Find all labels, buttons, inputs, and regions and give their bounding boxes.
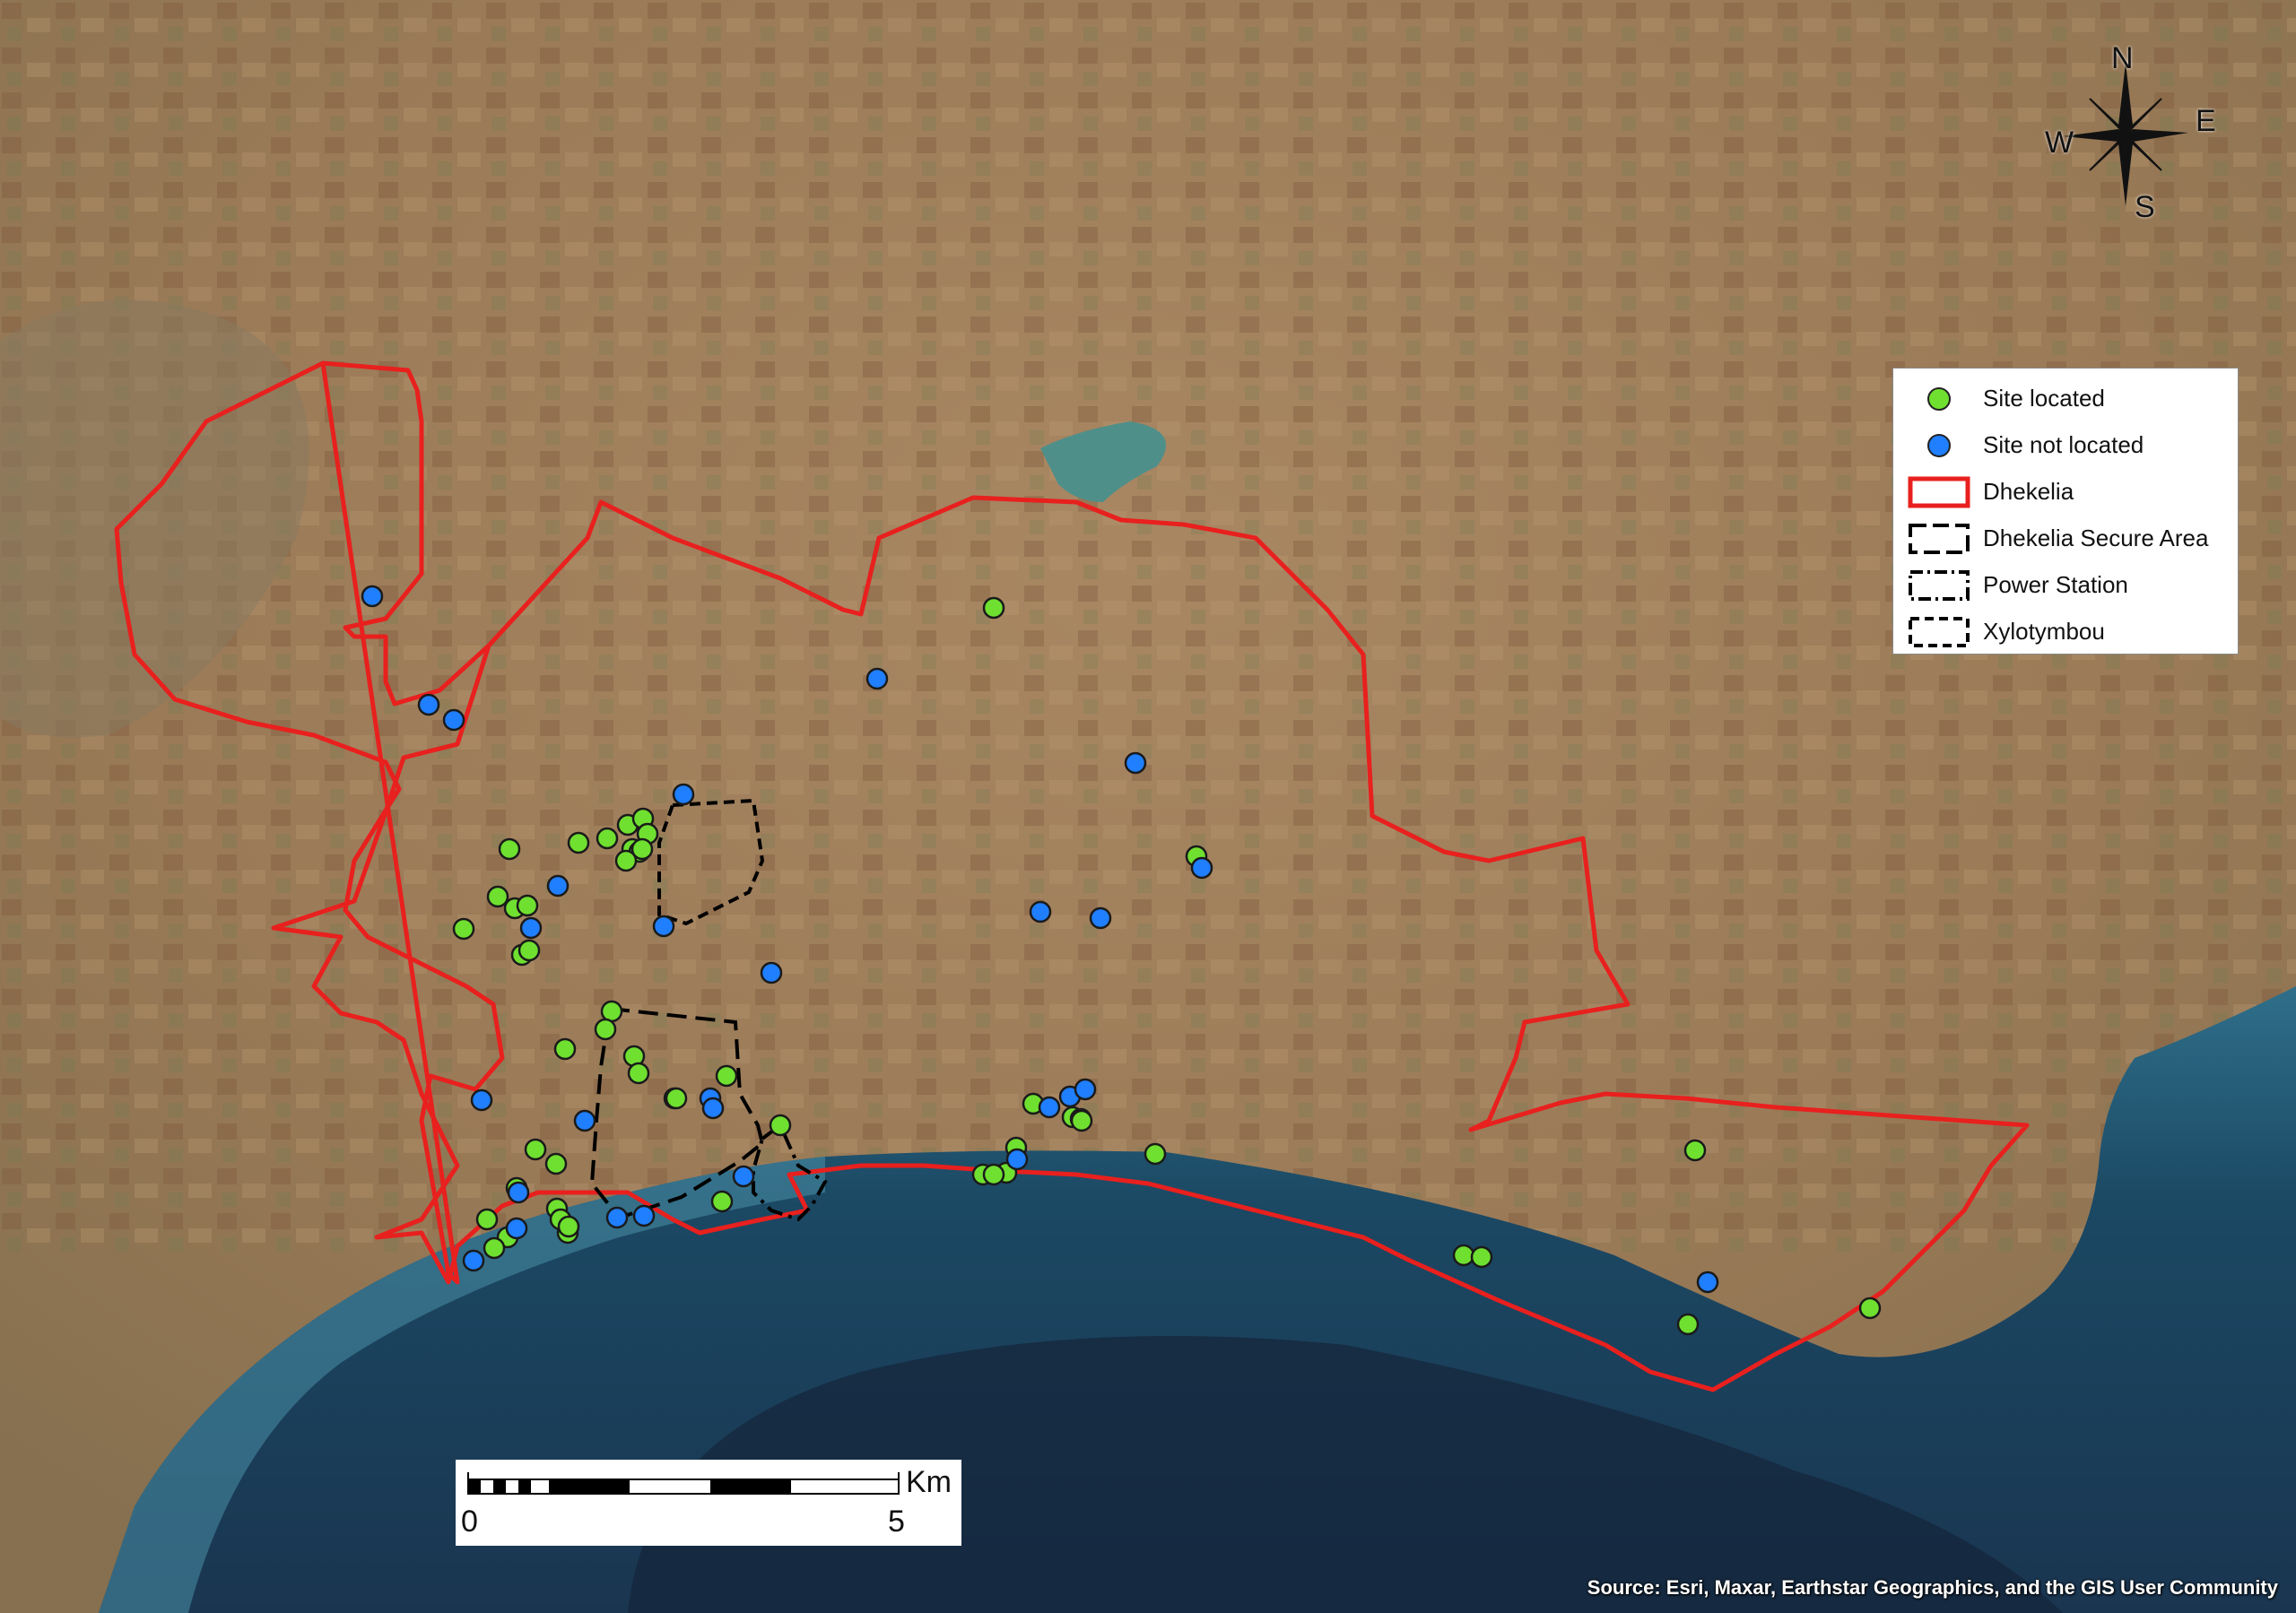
source-attribution: Source: Esri, Maxar, Earthstar Geographi… [1587, 1576, 2278, 1599]
compass-w: W [2045, 126, 2074, 160]
shortdash-box-icon [1909, 617, 1970, 647]
site-located-marker [982, 1163, 1005, 1186]
legend-item-secure-area: Dhekelia Secure Area [1893, 516, 2238, 562]
site-located-marker [516, 894, 539, 917]
legend-label: Power Station [1983, 571, 2128, 598]
site-not-located-marker [865, 667, 889, 690]
site-located-marker [769, 1114, 792, 1137]
dashed-box-icon [1909, 524, 1970, 554]
legend-item-site-located: Site located [1893, 376, 2238, 422]
site-located-marker [517, 939, 541, 962]
site-not-located-marker [573, 1109, 596, 1132]
site-located-marker [1683, 1139, 1707, 1162]
map-legend: Site located Site not located Dhekelia D… [1892, 368, 2239, 655]
site-located-marker [567, 831, 590, 854]
legend-label: Dhekelia Secure Area [1983, 525, 2209, 551]
compass-rose: N E S W [2036, 36, 2216, 233]
site-not-located-marker [546, 874, 570, 898]
site-not-located-marker [505, 1217, 528, 1240]
compass-e: E [2196, 104, 2216, 138]
legend-item-xylotymbou: Xylotymbou [1893, 609, 2238, 655]
site-not-located-marker [417, 693, 440, 716]
site-located-marker [1676, 1313, 1700, 1336]
site-not-located-marker [1038, 1096, 1061, 1119]
legend-label: Xylotymbou [1983, 618, 2105, 645]
site-not-located-marker [732, 1165, 755, 1188]
compass-s: S [2135, 190, 2155, 224]
site-not-located-marker [462, 1249, 485, 1272]
site-not-located-marker [1074, 1078, 1097, 1101]
site-located-marker [557, 1215, 580, 1238]
site-not-located-marker [672, 783, 695, 806]
site-located-marker [483, 1236, 506, 1260]
site-located-marker [627, 1062, 650, 1085]
site-located-marker [498, 837, 521, 861]
site-located-marker [544, 1152, 568, 1175]
legend-label: Site located [1983, 385, 2105, 412]
site-located-marker [1452, 1244, 1475, 1267]
dashdot-box-icon [1909, 570, 1970, 601]
site-not-located-marker [1089, 906, 1112, 930]
site-not-located-marker [1190, 856, 1213, 880]
site-located-marker [524, 1138, 547, 1161]
site-located-marker [594, 1018, 617, 1041]
site-located-marker [475, 1208, 499, 1231]
site-located-marker [1858, 1296, 1882, 1320]
site-not-located-marker [507, 1181, 530, 1204]
site-not-located-marker [1005, 1148, 1029, 1171]
site-located-marker [1470, 1245, 1493, 1269]
site-located-marker [982, 596, 1005, 620]
site-not-located-marker [470, 1088, 493, 1112]
blue-dot-icon [1927, 434, 1951, 457]
site-not-located-marker [361, 585, 384, 608]
red-box-icon [1908, 476, 1970, 508]
site-located-marker [553, 1037, 577, 1061]
site-located-marker [631, 837, 654, 861]
scale-start: 0 [461, 1505, 478, 1539]
satellite-map [0, 0, 2296, 1613]
scale-bar: Km 0 5 [456, 1460, 961, 1546]
site-not-located-marker [1124, 751, 1147, 775]
site-located-marker [1070, 1109, 1093, 1132]
site-located-marker [665, 1087, 688, 1110]
site-not-located-marker [1696, 1270, 1719, 1294]
scale-bar-graphic [467, 1472, 900, 1495]
site-located-marker [596, 827, 619, 850]
green-dot-icon [1927, 387, 1951, 411]
site-located-marker [715, 1064, 738, 1088]
site-located-marker [452, 917, 475, 941]
scale-end: 5 [888, 1505, 905, 1539]
site-located-marker [1144, 1142, 1167, 1166]
site-located-marker [710, 1190, 734, 1213]
site-not-located-marker [632, 1204, 656, 1227]
site-not-located-marker [760, 961, 783, 984]
legend-label: Dhekelia [1983, 478, 2074, 505]
legend-item-site-not-located: Site not located [1893, 422, 2238, 469]
site-not-located-marker [1029, 900, 1052, 924]
site-not-located-marker [442, 708, 465, 732]
legend-label: Site not located [1983, 431, 2144, 458]
legend-item-power-station: Power Station [1893, 562, 2238, 609]
scale-unit: Km [906, 1465, 952, 1499]
compass-n: N [2111, 41, 2134, 75]
site-not-located-marker [701, 1097, 725, 1120]
site-not-located-marker [605, 1206, 629, 1229]
site-not-located-marker [652, 915, 675, 938]
site-not-located-marker [519, 916, 543, 940]
site-located-marker [600, 1000, 623, 1023]
site-located-marker [486, 885, 509, 908]
legend-item-dhekelia: Dhekelia [1893, 469, 2238, 516]
